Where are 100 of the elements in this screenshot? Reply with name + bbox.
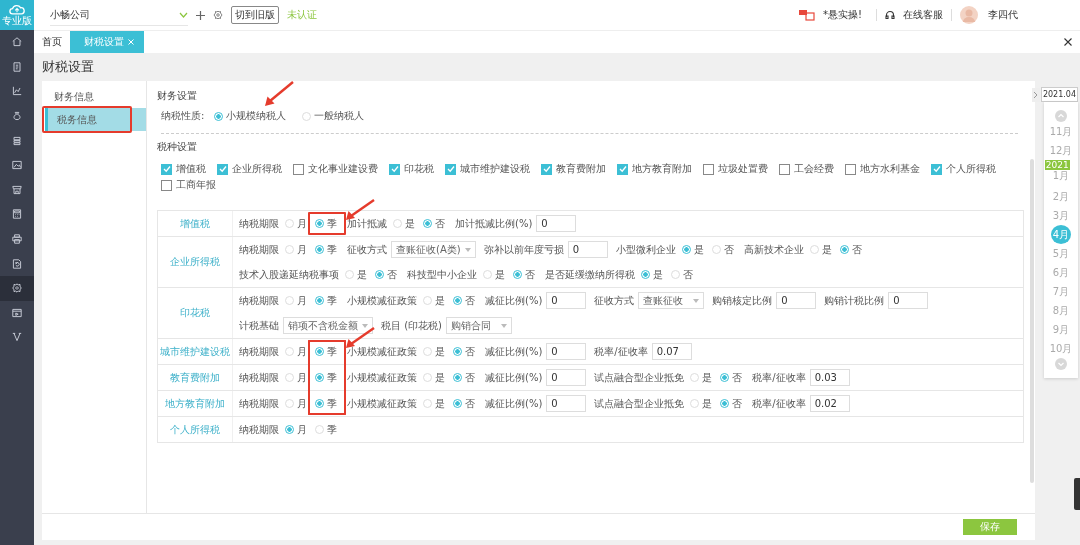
radio-option[interactable]: 是	[481, 262, 507, 287]
radio-option[interactable]: 否	[669, 262, 695, 287]
field-label: 购销核定比例	[712, 293, 773, 308]
select-field[interactable]: 查账征收(A类)	[391, 241, 476, 258]
radio-option[interactable]: 否	[451, 288, 477, 313]
caret-icon	[501, 323, 507, 328]
radio-option[interactable]: 否	[451, 365, 477, 390]
radio-option[interactable]: 季	[313, 417, 339, 442]
field-label: 纳税期限	[239, 370, 279, 385]
promo-link[interactable]: *悬实操!	[823, 8, 862, 22]
radio-option[interactable]: 是	[807, 237, 834, 262]
radio-option[interactable]: 月	[283, 417, 309, 442]
tax-checkbox[interactable]: 企业所得税	[217, 162, 282, 176]
input-field[interactable]: 0	[776, 292, 817, 309]
input-field[interactable]: 0	[546, 292, 587, 309]
image-icon	[11, 159, 23, 172]
input-field[interactable]: 0	[888, 292, 929, 309]
radio-option[interactable]: 季	[313, 288, 339, 313]
close-icon[interactable]	[1064, 38, 1072, 46]
radio-option[interactable]: 季	[313, 339, 339, 364]
tax-name: 教育费附加	[158, 365, 233, 390]
switch-version-button[interactable]: 切到旧版	[231, 6, 279, 24]
radio-option[interactable]: 季	[313, 365, 339, 390]
input-field[interactable]: 0	[567, 241, 608, 258]
radio-option[interactable]: 一般纳税人	[300, 105, 367, 127]
radio-option[interactable]: 是	[688, 391, 715, 416]
tax-checkbox[interactable]: 垃圾处置费	[703, 162, 768, 176]
radio-option[interactable]: 月	[283, 339, 309, 364]
plus-icon[interactable]	[196, 10, 205, 20]
radio-option[interactable]: 否	[837, 237, 864, 262]
settings-icon[interactable]	[213, 10, 223, 20]
company-select[interactable]: 小畅公司	[50, 4, 188, 26]
radio-option[interactable]: 否	[451, 391, 477, 416]
tax-checkbox[interactable]: 增值税	[161, 162, 206, 176]
side-handle[interactable]	[1074, 478, 1080, 510]
radio-option[interactable]: 是	[421, 365, 447, 390]
field-label: 税率/征收率	[752, 396, 806, 411]
tax-checkbox[interactable]: 教育费附加	[541, 162, 606, 176]
document-icon	[11, 60, 23, 73]
input-field[interactable]: 0.03	[809, 369, 850, 386]
tax-checkbox[interactable]: 印花税	[389, 162, 434, 176]
nav-button[interactable]	[0, 275, 34, 301]
period-field[interactable]: 2021.04	[1040, 87, 1078, 102]
radio-option[interactable]: 否	[511, 262, 537, 287]
menu-item[interactable]: 税务信息	[45, 108, 146, 131]
checkmark-icon	[446, 165, 455, 173]
caret-icon	[362, 323, 368, 328]
select-field[interactable]: 销项不含税金额	[283, 317, 373, 334]
input-field[interactable]: 0.02	[809, 395, 850, 412]
radio-option[interactable]: 月	[283, 391, 309, 416]
menu-item[interactable]: 财务信息	[42, 85, 146, 108]
tax-checkbox[interactable]: 文化事业建设费	[293, 162, 378, 176]
tax-checkbox[interactable]: 工会经费	[779, 162, 834, 176]
radio-option[interactable]: 季	[313, 211, 339, 236]
checkmark-icon	[932, 165, 941, 173]
input-field[interactable]: 0	[546, 369, 587, 386]
radio-option[interactable]: 是	[688, 365, 715, 390]
tab[interactable]: 首页	[34, 31, 70, 53]
input-field[interactable]: 0	[546, 343, 587, 360]
radio-option[interactable]: 否	[709, 237, 736, 262]
tax-checkbox[interactable]: 个人所得税	[931, 162, 996, 176]
radio-option[interactable]: 否	[718, 391, 745, 416]
radio-option[interactable]: 月	[283, 211, 309, 236]
tax-name: 印花税	[158, 288, 233, 338]
tax-checkbox[interactable]: 地方教育附加	[617, 162, 692, 176]
field-label: 减征比例(%)	[485, 293, 543, 308]
radio-option[interactable]: 月	[283, 288, 309, 313]
radio-option[interactable]: 是	[421, 339, 447, 364]
tax-checkbox[interactable]: 地方水利基金	[845, 162, 920, 176]
radio-option[interactable]: 是	[639, 262, 665, 287]
radio-option[interactable]: 否	[373, 262, 399, 287]
section-heading: 财务设置	[157, 89, 197, 103]
field-label: 小规模减征政策	[347, 370, 417, 385]
radio-option[interactable]: 是	[421, 288, 447, 313]
radio-option[interactable]: 否	[421, 211, 447, 236]
checkmark-icon	[618, 165, 627, 173]
input-field[interactable]: 0.07	[651, 343, 692, 360]
radio-option[interactable]: 否	[718, 365, 745, 390]
tax-checkbox[interactable]: 城市维护建设税	[445, 162, 530, 176]
radio-option[interactable]: 是	[421, 391, 447, 416]
support-link[interactable]: 在线客服	[903, 8, 943, 22]
radio-option[interactable]: 季	[313, 237, 339, 262]
select-field[interactable]: 购销合同	[446, 317, 512, 334]
input-field[interactable]: 0	[536, 215, 577, 232]
radio-option[interactable]: 月	[283, 237, 309, 262]
field-label: 税目 (印花税)	[381, 318, 442, 333]
radio-option[interactable]: 是	[343, 262, 369, 287]
input-field[interactable]: 0	[546, 395, 587, 412]
radio-option[interactable]: 否	[451, 339, 477, 364]
radio-option[interactable]: 是	[679, 237, 706, 262]
select-field[interactable]: 查账征收	[638, 292, 705, 309]
radio-option[interactable]: 月	[283, 365, 309, 390]
radio-option[interactable]: 是	[391, 211, 417, 236]
radio-option[interactable]: 季	[313, 391, 339, 416]
tax-name: 地方教育附加	[158, 391, 233, 416]
tax-checkbox[interactable]: 工商年报	[161, 178, 216, 192]
field-label: 减征比例(%)	[485, 396, 543, 411]
radio-option[interactable]: 小规模纳税人	[212, 105, 289, 127]
headset-icon[interactable]	[885, 10, 895, 20]
user-name[interactable]: 李四代	[988, 8, 1018, 22]
